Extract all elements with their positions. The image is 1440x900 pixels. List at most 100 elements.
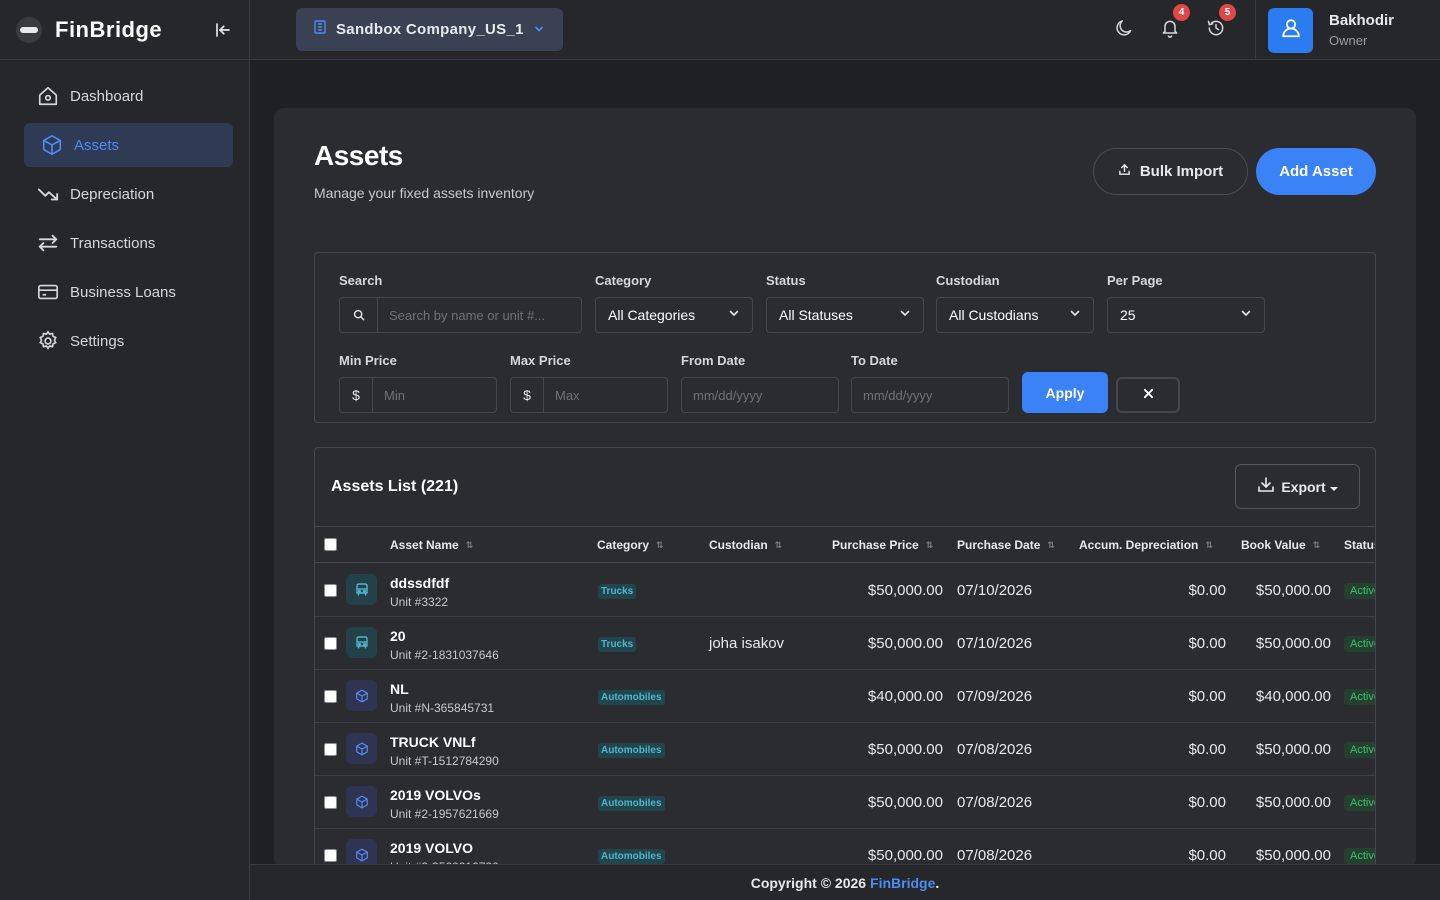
custodian-select[interactable]: All Custodians bbox=[936, 297, 1094, 333]
sort-icon: ⇅ bbox=[774, 539, 783, 550]
user-icon bbox=[1280, 17, 1302, 44]
column-custodian[interactable]: Custodian ⇅ bbox=[709, 538, 782, 552]
status-select[interactable]: All Statuses bbox=[766, 297, 924, 333]
purchase-price-cell: $50,000.00 bbox=[867, 582, 943, 599]
moon-icon bbox=[1114, 18, 1134, 43]
truck-icon bbox=[346, 627, 377, 658]
table-row[interactable]: 20 Unit #2-1831037646 Trucks joha isakov $50… bbox=[315, 617, 1375, 670]
category-label: Category bbox=[595, 273, 652, 288]
collapse-sidebar-icon[interactable] bbox=[212, 19, 234, 41]
book-value-cell: $50,000.00 bbox=[1255, 847, 1331, 864]
column-book-value[interactable]: Book Value ⇅ bbox=[1241, 538, 1320, 552]
clear-filters-button[interactable] bbox=[1116, 377, 1180, 413]
gear-icon bbox=[36, 329, 60, 353]
column-category[interactable]: Category ⇅ bbox=[597, 538, 664, 552]
footer: Copyright © 2026 FinBridge . bbox=[250, 864, 1440, 900]
asset-name[interactable]: NL bbox=[390, 681, 409, 697]
column-purchase-date[interactable]: Purchase Date ⇅ bbox=[957, 538, 1055, 552]
asset-unit: Unit #N-365845731 bbox=[390, 701, 495, 715]
table-row[interactable]: NL Unit #N-365845731 Automobiles $40,000.00… bbox=[315, 670, 1375, 723]
footer-brand-link[interactable]: FinBridge bbox=[870, 875, 935, 891]
search-input[interactable] bbox=[378, 298, 581, 332]
per-page-select[interactable]: 25 bbox=[1107, 297, 1265, 333]
sidebar-item-assets[interactable]: Assets bbox=[24, 123, 233, 167]
from-date-input[interactable] bbox=[682, 378, 838, 412]
asset-unit: Unit #T-1512784290 bbox=[390, 754, 499, 768]
accum-depreciation-cell: $0.00 bbox=[1188, 635, 1226, 652]
row-checkbox[interactable] bbox=[324, 690, 337, 703]
download-icon bbox=[1257, 477, 1275, 496]
search-label: Search bbox=[339, 273, 383, 288]
search-icon bbox=[340, 298, 378, 332]
user-name: Bakhodir bbox=[1329, 12, 1395, 29]
row-checkbox[interactable] bbox=[324, 849, 337, 862]
close-icon bbox=[1143, 386, 1154, 404]
row-checkbox[interactable] bbox=[324, 743, 337, 756]
trend-down-icon bbox=[36, 182, 60, 206]
max-price-input[interactable] bbox=[544, 378, 667, 412]
status-badge: Active bbox=[1344, 742, 1375, 758]
table-row[interactable]: 2019 VOLVOUnit #2-3560216720Automobiles$… bbox=[315, 829, 1375, 868]
asset-name[interactable]: 2019 VOLVO bbox=[390, 840, 473, 856]
chevron-down-icon bbox=[1069, 306, 1081, 324]
notifications-button[interactable]: 4 bbox=[1158, 4, 1190, 42]
sort-icon: ⇅ bbox=[656, 539, 664, 550]
asset-name[interactable]: 20 bbox=[390, 628, 406, 644]
purchase-date-cell: 07/09/2026 bbox=[957, 688, 1033, 705]
sidebar-item-business-loans[interactable]: Business Loans bbox=[24, 270, 233, 314]
column-asset-name[interactable]: Asset Name ⇅ bbox=[390, 538, 473, 552]
accum-depreciation-cell: $0.00 bbox=[1188, 794, 1226, 811]
category-select-value: All Categories bbox=[608, 307, 696, 323]
column-purchase-price[interactable]: Purchase Price ⇅ bbox=[832, 538, 933, 552]
table-row[interactable]: 2019 VOLVOs Unit #2-1957621669 Automobiles… bbox=[315, 776, 1375, 829]
column-label: Category bbox=[597, 538, 650, 552]
apply-filters-button[interactable]: Apply bbox=[1022, 372, 1108, 413]
min-price-field: $ bbox=[339, 377, 497, 413]
table-header: Asset Name ⇅ Category ⇅ Custodian ⇅ Purchas… bbox=[315, 526, 1375, 563]
min-price-label: Min Price bbox=[339, 353, 397, 368]
column-label: Book Value bbox=[1241, 538, 1306, 552]
chevron-down-icon bbox=[1240, 306, 1252, 324]
table-row[interactable]: TRUCK VNLf Unit #T-1512784290 Automobiles $… bbox=[315, 723, 1375, 776]
sidebar-item-label: Transactions bbox=[70, 234, 156, 252]
sidebar-item-settings[interactable]: Settings bbox=[24, 319, 233, 363]
to-date-input[interactable] bbox=[852, 378, 1008, 412]
custodian-select-value: All Custodians bbox=[949, 307, 1039, 323]
bulk-import-label: Bulk Import bbox=[1139, 163, 1224, 180]
status-badge: Active bbox=[1344, 848, 1375, 864]
cube-icon bbox=[346, 786, 377, 817]
user-info: Bakhodir Owner bbox=[1329, 12, 1394, 48]
sidebar-item-transactions[interactable]: Transactions bbox=[24, 221, 233, 265]
custodian-cell: joha isakov bbox=[709, 635, 785, 652]
sidebar-item-label: Assets bbox=[74, 136, 120, 154]
column-status[interactable]: Status bbox=[1344, 538, 1375, 552]
row-checkbox[interactable] bbox=[324, 637, 337, 650]
add-asset-button[interactable]: Add Asset bbox=[1256, 148, 1376, 195]
swap-icon bbox=[36, 231, 60, 255]
asset-name[interactable]: 2019 VOLVOs bbox=[390, 787, 481, 803]
row-checkbox[interactable] bbox=[324, 584, 337, 597]
column-accum-depreciation[interactable]: Accum. Depreciation ⇅ bbox=[1079, 538, 1213, 552]
to-date-label: To Date bbox=[851, 353, 898, 368]
user-menu[interactable]: Bakhodir Owner bbox=[1255, 0, 1440, 60]
category-select[interactable]: All Categories bbox=[595, 297, 753, 333]
bulk-import-button[interactable]: Bulk Import bbox=[1093, 148, 1248, 195]
select-all-checkbox[interactable] bbox=[324, 538, 337, 551]
sidebar-item-dashboard[interactable]: Dashboard bbox=[24, 74, 233, 118]
asset-name[interactable]: ddssdfdf bbox=[390, 575, 449, 591]
notifications-badge: 4 bbox=[1173, 4, 1190, 21]
sidebar-item-depreciation[interactable]: Depreciation bbox=[24, 172, 233, 216]
filters-panel: Search Category All Categories Status Al… bbox=[314, 252, 1376, 423]
export-button[interactable]: Export bbox=[1235, 464, 1360, 509]
dark-mode-toggle[interactable] bbox=[1112, 18, 1136, 42]
asset-name[interactable]: TRUCK VNLf bbox=[390, 734, 476, 750]
purchase-price-cell: $50,000.00 bbox=[867, 794, 943, 811]
table-row[interactable]: ddssdfdf Unit #3322 Trucks $50,000.00 07/10/… bbox=[315, 564, 1375, 617]
company-selector[interactable]: Sandbox Company_US_1 bbox=[296, 8, 563, 51]
history-button[interactable]: 5 bbox=[1204, 4, 1236, 42]
column-label: Purchase Date bbox=[957, 538, 1041, 552]
row-checkbox[interactable] bbox=[324, 796, 337, 809]
status-badge: Active bbox=[1344, 689, 1375, 705]
min-price-input[interactable] bbox=[373, 378, 496, 412]
chevron-down-icon bbox=[728, 306, 740, 324]
